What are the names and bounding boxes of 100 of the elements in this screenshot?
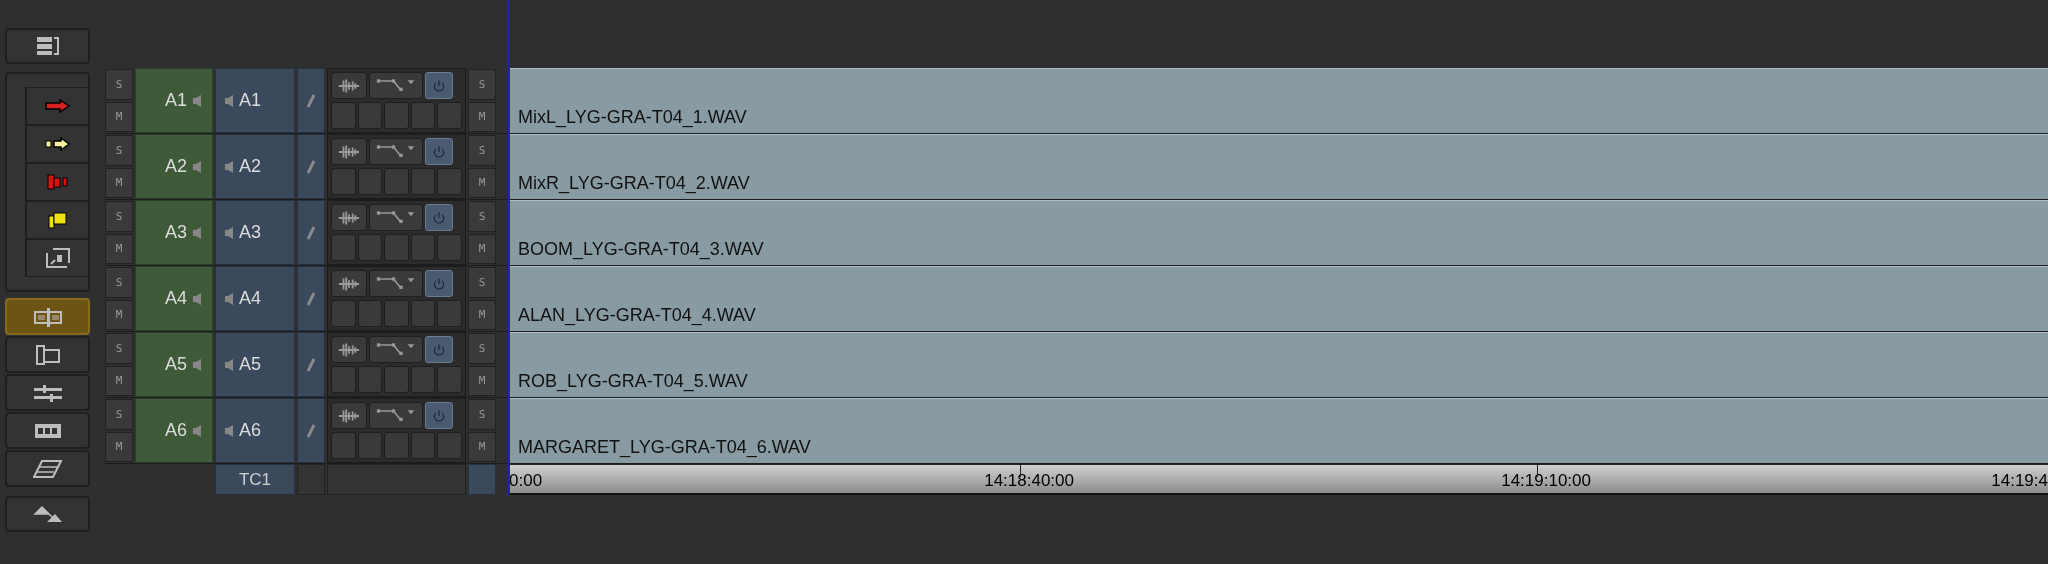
keyframe-button[interactable] [369, 336, 423, 363]
power-button[interactable] [425, 336, 453, 363]
lock-icon [307, 93, 315, 108]
keyframe-button[interactable] [369, 270, 423, 297]
effect-slot[interactable] [410, 366, 436, 393]
waveform-button[interactable] [331, 336, 367, 363]
solo-button[interactable]: S [468, 267, 496, 298]
timecode-track-label[interactable]: TC1 [215, 464, 295, 495]
lock-button[interactable] [297, 134, 325, 199]
record-track-selector[interactable]: A1 [215, 68, 295, 133]
keyframe-button[interactable] [369, 72, 423, 99]
timecode-label: 14:18:40:00 [984, 470, 1074, 492]
power-button[interactable] [425, 138, 453, 165]
solo-button[interactable]: S [468, 333, 496, 364]
solo-button[interactable]: S [105, 399, 133, 430]
source-track-selector[interactable]: A4 [135, 266, 213, 331]
track-label: A4 [239, 288, 262, 309]
lock-button[interactable] [297, 332, 325, 397]
track-label: A5 [164, 354, 187, 375]
speaker-icon [224, 291, 234, 306]
lock-button[interactable] [297, 398, 325, 463]
mute-button[interactable]: M [105, 101, 133, 132]
solo-button[interactable]: S [468, 399, 496, 430]
power-button[interactable] [425, 402, 453, 429]
source-track-selector[interactable]: A5 [135, 332, 213, 397]
effect-slot[interactable] [437, 102, 462, 129]
mute-button[interactable]: M [468, 365, 496, 396]
toolbar-button[interactable] [5, 374, 90, 411]
solo-button[interactable]: S [468, 135, 496, 166]
record-track-selector[interactable]: A5 [215, 332, 295, 397]
mute-button[interactable]: M [468, 431, 496, 462]
solo-button[interactable]: S [105, 201, 133, 232]
waveform-button[interactable] [331, 138, 367, 165]
mute-button[interactable]: M [105, 299, 133, 330]
power-button[interactable] [425, 72, 453, 99]
toolbar-button[interactable] [5, 336, 90, 373]
toolbar-button[interactable] [5, 450, 90, 487]
lock-icon [307, 159, 315, 174]
power-button[interactable] [425, 270, 453, 297]
keyframe-button[interactable] [369, 138, 423, 165]
effect-slot[interactable] [410, 168, 436, 195]
track-label: A2 [239, 156, 262, 177]
mute-button[interactable]: M [468, 101, 496, 132]
effect-slot[interactable] [437, 300, 462, 327]
effect-slot[interactable] [410, 432, 436, 459]
toolbar-button[interactable] [5, 496, 90, 532]
record-track-selector[interactable]: A4 [215, 266, 295, 331]
effect-slot[interactable] [437, 234, 462, 261]
waveform-button[interactable] [331, 204, 367, 231]
effect-slot[interactable] [437, 432, 462, 459]
audio-clip[interactable]: ROB_LYG-GRA-T04_5.WAV [509, 332, 2048, 397]
solo-button[interactable]: S [105, 69, 133, 100]
mute-button[interactable]: M [105, 365, 133, 396]
keyframe-button[interactable] [369, 402, 423, 429]
audio-clip[interactable]: ALAN_LYG-GRA-T04_4.WAV [509, 266, 2048, 331]
solo-button[interactable]: S [468, 201, 496, 232]
keyframe-button[interactable] [369, 204, 423, 231]
toolbar-button[interactable] [25, 239, 88, 277]
timecode-ruler[interactable]: 0:00 14:18:40:00 14:19:10:00 14:19:4 [509, 464, 2048, 495]
lock-button[interactable] [297, 464, 325, 495]
source-track-selector[interactable]: A2 [135, 134, 213, 199]
mute-button[interactable]: M [468, 233, 496, 264]
audio-clip[interactable]: MixL_LYG-GRA-T04_1.WAV [509, 68, 2048, 133]
solo-button[interactable]: S [105, 267, 133, 298]
source-track-selector[interactable]: A3 [135, 200, 213, 265]
mute-button[interactable]: M [468, 167, 496, 198]
power-button[interactable] [425, 204, 453, 231]
effect-slot[interactable] [437, 366, 462, 393]
record-track-selector[interactable]: A6 [215, 398, 295, 463]
audio-clip[interactable]: MixR_LYG-GRA-T04_2.WAV [509, 134, 2048, 199]
toolbar-button[interactable] [25, 201, 88, 239]
toolbar-button[interactable] [5, 412, 90, 449]
audio-clip[interactable]: MARGARET_LYG-GRA-T04_6.WAV [509, 398, 2048, 463]
solo-button[interactable]: S [105, 135, 133, 166]
track-label: A3 [164, 222, 187, 243]
speaker-icon [192, 423, 202, 438]
effect-slot[interactable] [437, 168, 462, 195]
mute-button[interactable]: M [105, 167, 133, 198]
mute-button[interactable]: M [105, 431, 133, 462]
solo-button[interactable]: S [468, 69, 496, 100]
toolbar-button[interactable] [25, 125, 88, 163]
solo-button[interactable]: S [105, 333, 133, 364]
waveform-button[interactable] [331, 402, 367, 429]
source-track-selector[interactable]: A1 [135, 68, 213, 133]
record-track-selector[interactable]: A3 [215, 200, 295, 265]
mute-button[interactable]: M [105, 233, 133, 264]
track-button[interactable] [468, 464, 496, 495]
audio-clip[interactable]: BOOM_LYG-GRA-T04_3.WAV [509, 200, 2048, 265]
mute-button[interactable]: M [468, 299, 496, 330]
lock-button[interactable] [297, 68, 325, 133]
waveform-button[interactable] [331, 72, 367, 99]
effect-slot[interactable] [410, 102, 436, 129]
source-track-selector[interactable]: A6 [135, 398, 213, 463]
lock-button[interactable] [297, 266, 325, 331]
list-icon-button[interactable] [5, 28, 90, 64]
effect-slot[interactable] [410, 300, 436, 327]
record-track-selector[interactable]: A2 [215, 134, 295, 199]
effect-slot[interactable] [410, 234, 436, 261]
lock-button[interactable] [297, 200, 325, 265]
waveform-button[interactable] [331, 270, 367, 297]
